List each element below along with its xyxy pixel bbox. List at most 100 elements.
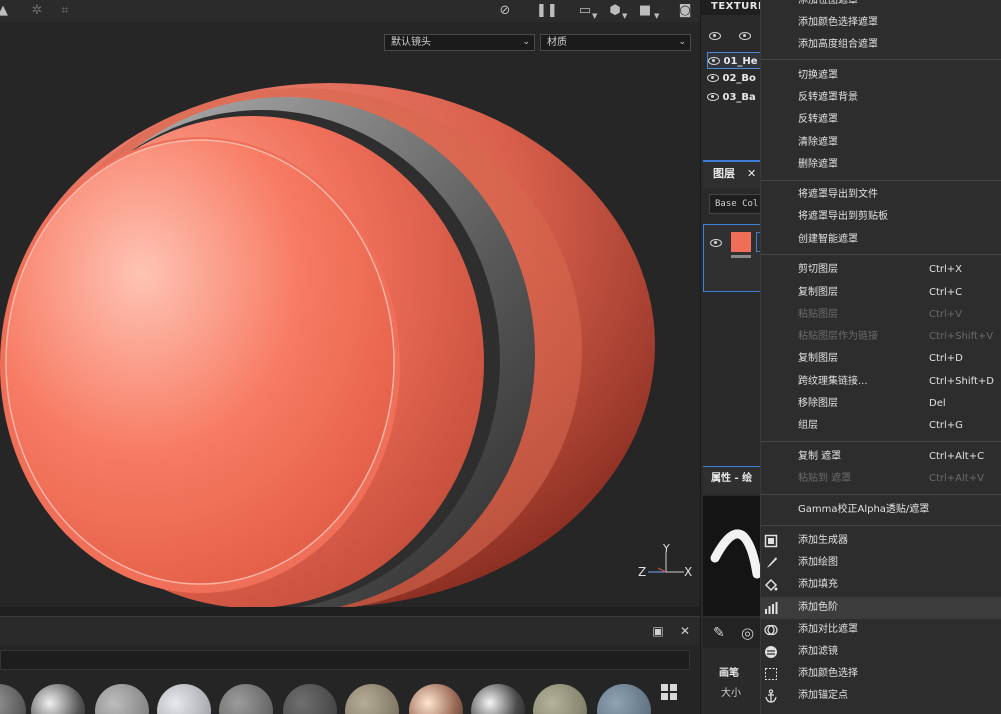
- menu-item-copy-mask[interactable]: 复制 遮罩 Ctrl+Alt+C: [761, 446, 1001, 468]
- chevron-down-icon[interactable]: ▼: [654, 12, 659, 20]
- texture-set-name: 02_Bo: [722, 73, 756, 84]
- menu-item-label: 复制 遮罩: [798, 451, 842, 462]
- visibility-icon[interactable]: [710, 239, 722, 247]
- size-label: 大小: [721, 688, 741, 699]
- menu-item-link-across-texture-sets[interactable]: 跨纹理集链接... Ctrl+Shift+D: [761, 371, 1001, 393]
- menu-item-label: 添加色阶: [798, 602, 838, 613]
- menu-item-remove-layer[interactable]: 移除图层 Del: [761, 393, 1001, 415]
- menu-item-add-anchor-point[interactable]: 添加锚定点: [761, 685, 1001, 707]
- menu-item-label: 删除遮罩: [798, 159, 838, 170]
- menu-item-add-levels[interactable]: 添加色阶: [761, 597, 1001, 619]
- menu-item-label: 创建智能遮罩: [798, 234, 858, 245]
- menu-item-create-smart-mask[interactable]: 创建智能遮罩: [761, 229, 1001, 251]
- menu-separator: [761, 494, 1001, 495]
- menu-item-shortcut: Del: [929, 398, 946, 409]
- anchor-icon: [765, 689, 777, 703]
- menu-item-add-height-blend-mask[interactable]: 添加高度组合遮罩: [761, 34, 1001, 56]
- close-icon[interactable]: ✕: [747, 162, 756, 186]
- shelf-search-input[interactable]: [0, 650, 690, 670]
- texture-set-row[interactable]: 02_Bo: [707, 70, 763, 87]
- menu-item-shortcut: Ctrl+D: [929, 353, 963, 364]
- float-panel-icon[interactable]: ▣: [652, 625, 664, 637]
- menu-item-invert-mask-background[interactable]: 反转遮罩背景: [761, 87, 1001, 109]
- visibility-icon[interactable]: [707, 74, 719, 82]
- menu-item-label: Gamma校正Alpha透贴/遮罩: [798, 504, 930, 515]
- axis-icon[interactable]: ✲: [28, 2, 46, 20]
- grid-view-icon[interactable]: [661, 684, 677, 700]
- menu-item-delete-mask[interactable]: 删除遮罩: [761, 154, 1001, 176]
- menu-item-gamma-correct-alpha[interactable]: Gamma校正Alpha透贴/遮罩: [761, 499, 1001, 521]
- menu-item-group-layers[interactable]: 组层 Ctrl+G: [761, 415, 1001, 437]
- channel-select[interactable]: Base Col: [709, 194, 763, 214]
- menu-separator: [761, 525, 1001, 526]
- menu-item-add-fill[interactable]: 添加填充: [761, 574, 1001, 596]
- layer-context-menu: 添加位图遮罩 添加颜色选择遮罩 添加高度组合遮罩 切换遮罩 反转遮罩背景 反转遮…: [760, 0, 1001, 714]
- menu-item-shortcut: Ctrl+X: [929, 264, 963, 275]
- visibility-icon[interactable]: [708, 57, 720, 65]
- menu-item-label: 添加生成器: [798, 535, 848, 546]
- perspective-icon[interactable]: ▲: [0, 2, 12, 20]
- texture-set-row[interactable]: 03_Ba: [707, 89, 763, 106]
- menu-item-add-color-selection-mask[interactable]: 添加颜色选择遮罩: [761, 12, 1001, 34]
- close-icon[interactable]: ✕: [679, 625, 691, 637]
- chevron-down-icon[interactable]: ▼: [622, 12, 627, 20]
- menu-item-add-color-selection[interactable]: 添加颜色选择: [761, 663, 1001, 685]
- menu-item-label: 反转遮罩: [798, 114, 838, 125]
- brush-tab-icon[interactable]: ✎: [713, 625, 725, 641]
- viewport-toolbar: ▲ ✲ ⌗ ⊘ ❚❚ ▭ ▼ ⬢ ▼ ■ ▼ ◙: [0, 0, 700, 22]
- menu-item-label: 组层: [798, 420, 818, 431]
- fill-bucket-icon: [764, 578, 778, 592]
- menu-item-add-compare-mask[interactable]: 添加对比遮罩: [761, 619, 1001, 641]
- layer-thumbnail-bar: [731, 255, 751, 258]
- menu-separator: [761, 180, 1001, 181]
- axis-z-label: Z: [638, 565, 646, 579]
- viewport[interactable]: ▲ ✲ ⌗ ⊘ ❚❚ ▭ ▼ ⬢ ▼ ■ ▼ ◙ 默认镜头 ⌄ 材质 ⌄ Y X…: [0, 0, 700, 607]
- levels-icon: [765, 602, 778, 614]
- tab-layers[interactable]: 图层: [713, 162, 735, 186]
- visibility-icon[interactable]: [739, 29, 751, 40]
- transform-icon[interactable]: ⌗: [56, 2, 74, 20]
- menu-item-label: 添加颜色选择: [798, 668, 858, 679]
- menu-item-invert-mask[interactable]: 反转遮罩: [761, 109, 1001, 131]
- menu-item-add-generator[interactable]: 添加生成器: [761, 530, 1001, 552]
- menu-item-cut-layer[interactable]: 剪切图层 Ctrl+X: [761, 259, 1001, 281]
- menu-item-export-mask-clipboard[interactable]: 将遮罩导出到剪贴板: [761, 206, 1001, 228]
- menu-item-clear-mask[interactable]: 清除遮罩: [761, 132, 1001, 154]
- generator-icon: [764, 534, 778, 548]
- menu-item-label: 添加填充: [798, 579, 838, 590]
- camera-icon[interactable]: ■: [636, 2, 654, 20]
- tab-properties[interactable]: 属性 - 绘: [711, 467, 752, 491]
- menu-item-add-paint[interactable]: 添加绘图: [761, 552, 1001, 574]
- material-tab-icon[interactable]: ◎: [741, 624, 754, 642]
- menu-item-paste-layer[interactable]: 粘贴图层 Ctrl+V: [761, 304, 1001, 326]
- menu-item-export-mask-file[interactable]: 将遮罩导出到文件: [761, 184, 1001, 206]
- layer-item[interactable]: [703, 224, 764, 292]
- menu-item-shortcut: Ctrl+Alt+V: [929, 473, 984, 484]
- menu-item-paste-layer-as-link[interactable]: 粘贴图层作为链接 Ctrl+Shift+V: [761, 326, 1001, 348]
- menu-separator: [761, 59, 1001, 60]
- menu-item-shortcut: Ctrl+Shift+V: [929, 331, 994, 342]
- menu-item-add-bitmap-mask[interactable]: 添加位图遮罩: [761, 0, 1001, 12]
- menu-item-duplicate-layer[interactable]: 复制图层 Ctrl+D: [761, 348, 1001, 370]
- axis-gizmo: Y X Z: [638, 544, 692, 579]
- properties-panel-header: 属性 - 绘: [703, 466, 763, 494]
- menu-item-label: 添加颜色选择遮罩: [798, 17, 878, 28]
- hide-ui-icon[interactable]: ⊘: [496, 2, 514, 20]
- menu-item-label: 将遮罩导出到剪贴板: [798, 211, 888, 222]
- menu-item-toggle-mask[interactable]: 切换遮罩: [761, 65, 1001, 87]
- layers-panel-header: 图层 ✕: [703, 160, 763, 188]
- menu-item-shortcut: Ctrl+V: [929, 309, 963, 320]
- menu-item-add-filter[interactable]: 添加滤镜: [761, 641, 1001, 663]
- visibility-icon[interactable]: [707, 93, 719, 101]
- screenshot-icon[interactable]: ◙: [676, 2, 694, 20]
- menu-item-copy-layer[interactable]: 复制图层 Ctrl+C: [761, 282, 1001, 304]
- pause-icon[interactable]: ❚❚: [536, 2, 558, 20]
- hide-icon[interactable]: [709, 29, 721, 40]
- chevron-down-icon[interactable]: ▼: [592, 12, 597, 20]
- menu-item-label: 清除遮罩: [798, 137, 838, 148]
- menu-separator: [761, 254, 1001, 255]
- menu-item-paste-to-mask[interactable]: 粘贴到 遮罩 Ctrl+Alt+V: [761, 468, 1001, 490]
- brush-preview: [703, 496, 763, 616]
- menu-item-label: 复制图层: [798, 353, 838, 364]
- texture-set-row[interactable]: 01_He: [707, 52, 763, 69]
